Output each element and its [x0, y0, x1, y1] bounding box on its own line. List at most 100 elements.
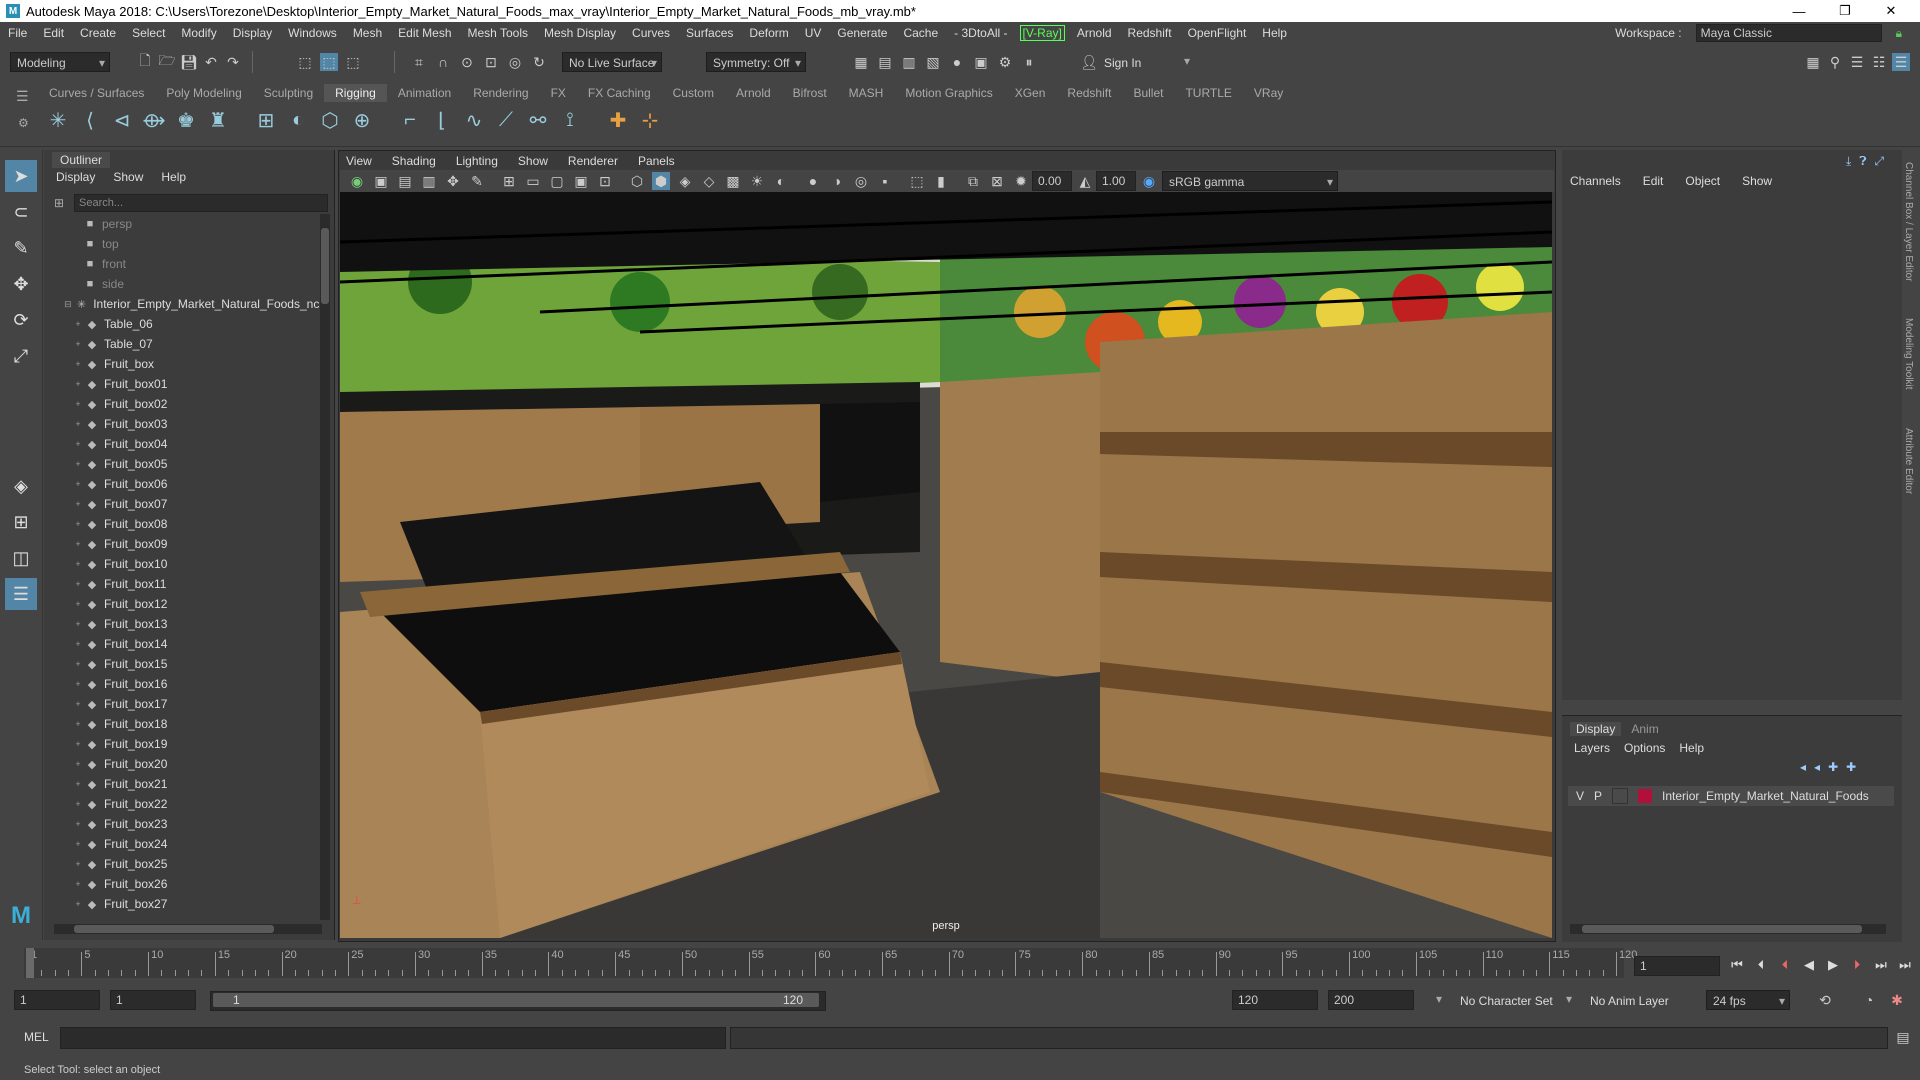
- expand-icon[interactable]: +: [72, 579, 84, 589]
- hypershade-icon[interactable]: ●: [948, 53, 966, 71]
- outliner-item[interactable]: + ◆ Fruit_box25: [62, 854, 322, 874]
- lock-icon[interactable]: 🔒︎: [1888, 26, 1910, 41]
- expand-icon[interactable]: +: [72, 759, 84, 769]
- side-tab-channel-box[interactable]: Channel Box / Layer Editor: [1903, 162, 1914, 282]
- step-back-frame-icon[interactable]: ⏴: [1776, 956, 1794, 974]
- menu-edit[interactable]: Edit: [35, 26, 72, 40]
- live-surface-dropdown[interactable]: No Live Surface: [562, 52, 662, 73]
- minimize-button[interactable]: —: [1776, 0, 1822, 22]
- outliner-item[interactable]: + ◆ Fruit_box21: [62, 774, 322, 794]
- layer-color-swatch[interactable]: [1638, 789, 1653, 803]
- outliner-item-camera[interactable]: ■ top: [62, 234, 322, 254]
- move-layer-down-icon[interactable]: ◂: [1814, 760, 1820, 774]
- expand-icon[interactable]: +: [72, 379, 84, 389]
- attribute-editor-icon[interactable]: ☰: [1848, 53, 1866, 71]
- layer-menu-layers[interactable]: Layers: [1574, 741, 1610, 755]
- bind-skin-icon[interactable]: ⊞: [252, 106, 280, 134]
- channel-box-menu-edit[interactable]: Edit: [1643, 174, 1664, 188]
- xray-icon[interactable]: ◇: [700, 172, 718, 190]
- outliner-item-root[interactable]: ⊟ ✳ Interior_Empty_Market_Natural_Foods_nc…: [62, 294, 322, 314]
- outliner-item[interactable]: + ◆ Fruit_box16: [62, 674, 322, 694]
- outliner-item[interactable]: + ◆ Fruit_box26: [62, 874, 322, 894]
- menu-create[interactable]: Create: [72, 26, 124, 40]
- expand-icon[interactable]: +: [72, 879, 84, 889]
- viewport-3d-scene[interactable]: ⊥ persp: [340, 192, 1552, 938]
- shelf-tab-animation[interactable]: Animation: [387, 84, 462, 102]
- viewport-menu-lighting[interactable]: Lighting: [456, 154, 498, 168]
- shelf-menu-icon[interactable]: ☰: [16, 88, 29, 105]
- expand-icon[interactable]: +: [72, 519, 84, 529]
- create-joints-icon[interactable]: ✳: [44, 106, 72, 134]
- maximize-button[interactable]: ❐: [1822, 0, 1868, 22]
- expand-icon[interactable]: +: [72, 459, 84, 469]
- tool-settings-icon[interactable]: ☷: [1870, 53, 1888, 71]
- film-gate-icon[interactable]: ▭: [524, 172, 542, 190]
- lattice-icon[interactable]: ⊕: [348, 106, 376, 134]
- expand-icon[interactable]: +: [72, 839, 84, 849]
- chevron-down-icon[interactable]: ▾: [1184, 54, 1190, 68]
- menu-openflight[interactable]: OpenFlight: [1180, 26, 1255, 40]
- snap-view-icon[interactable]: ⊡: [482, 53, 500, 71]
- outliner-hscrollbar[interactable]: [54, 924, 322, 934]
- script-editor-icon[interactable]: ▤: [1894, 1028, 1912, 1046]
- menu-select[interactable]: Select: [124, 26, 173, 40]
- shelf-tab-mash[interactable]: MASH: [838, 84, 895, 102]
- shelf-tab-bullet[interactable]: Bullet: [1122, 84, 1174, 102]
- gate-mask-icon[interactable]: ▣: [572, 172, 590, 190]
- outliner-item[interactable]: + ◆ Fruit_box12: [62, 594, 322, 614]
- menu-windows[interactable]: Windows: [280, 26, 345, 40]
- play-forward-icon[interactable]: ▶: [1824, 956, 1842, 974]
- outliner-item[interactable]: + ◆ Fruit_box18: [62, 714, 322, 734]
- outliner-item[interactable]: + ◆ Fruit_box03: [62, 414, 322, 434]
- grease-pencil-icon[interactable]: ✎: [468, 172, 486, 190]
- locator-icon[interactable]: ⟋: [492, 106, 520, 134]
- wireframe-icon[interactable]: ⬡: [628, 172, 646, 190]
- lasso-tool-icon[interactable]: ⊂: [5, 196, 37, 228]
- orient-constraint-icon[interactable]: ⊹: [636, 106, 664, 134]
- shelf-tab-rigging[interactable]: Rigging: [324, 84, 387, 102]
- bookmark-icon[interactable]: ▤: [396, 172, 414, 190]
- expand-icon[interactable]: +: [72, 419, 84, 429]
- menu-generate[interactable]: Generate: [829, 26, 895, 40]
- shelf-tab-fx-caching[interactable]: FX Caching: [577, 84, 662, 102]
- field-chart-icon[interactable]: ⊡: [596, 172, 614, 190]
- undo-icon[interactable]: ↶: [202, 53, 220, 71]
- human-ik-icon[interactable]: ⚲: [1826, 53, 1844, 71]
- layer-menu-help[interactable]: Help: [1679, 741, 1704, 755]
- expand-icon[interactable]: +: [72, 319, 84, 329]
- animation-preferences-icon[interactable]: ✱: [1888, 991, 1906, 1009]
- shelf-tab-custom[interactable]: Custom: [662, 84, 725, 102]
- viewport-menu-shading[interactable]: Shading: [392, 154, 436, 168]
- snap-point-icon[interactable]: ⊙: [458, 53, 476, 71]
- outliner-item[interactable]: + ◆ Fruit_box15: [62, 654, 322, 674]
- channel-box-move-icon[interactable]: ⤓: [1846, 154, 1851, 169]
- orient-joint-icon[interactable]: ⟴: [140, 106, 168, 134]
- single-view-icon[interactable]: ◈: [5, 470, 37, 502]
- current-time-marker[interactable]: [26, 948, 34, 978]
- vray-render-icon[interactable]: ⚙: [996, 53, 1014, 71]
- outliner-item-camera[interactable]: ■ side: [62, 274, 322, 294]
- outliner-menu-help[interactable]: Help: [161, 170, 186, 184]
- menu-help[interactable]: Help: [1254, 26, 1295, 40]
- side-tab-modeling-toolkit[interactable]: Modeling Toolkit: [1903, 318, 1914, 390]
- expand-icon[interactable]: +: [72, 739, 84, 749]
- move-layer-up-icon[interactable]: ◂: [1800, 760, 1806, 774]
- range-bar[interactable]: 1 120: [210, 991, 826, 1011]
- chevron-down-icon[interactable]: ▾: [1566, 992, 1572, 1006]
- shelf-tab-poly-modeling[interactable]: Poly Modeling: [155, 84, 252, 102]
- menu-surfaces[interactable]: Surfaces: [678, 26, 741, 40]
- viewport-menu-view[interactable]: View: [346, 154, 372, 168]
- mirror-joint-icon[interactable]: ⊲: [108, 106, 136, 134]
- exposure-field[interactable]: 0.00: [1032, 171, 1072, 191]
- menu-curves[interactable]: Curves: [624, 26, 678, 40]
- menu-file[interactable]: File: [0, 26, 35, 40]
- outliner-item[interactable]: + ◆ Fruit_box27: [62, 894, 322, 914]
- two-view-icon[interactable]: ◫: [5, 542, 37, 574]
- auto-key-icon[interactable]: ◔: [1860, 991, 1878, 1009]
- outliner-item-camera[interactable]: ■ front: [62, 254, 322, 274]
- layer-visibility-toggle[interactable]: V: [1576, 789, 1584, 803]
- expand-icon[interactable]: +: [72, 599, 84, 609]
- color-space-dropdown[interactable]: sRGB gamma: [1162, 171, 1338, 192]
- ik-handle-icon[interactable]: ⌐: [396, 106, 424, 134]
- menu-mesh-tools[interactable]: Mesh Tools: [460, 26, 536, 40]
